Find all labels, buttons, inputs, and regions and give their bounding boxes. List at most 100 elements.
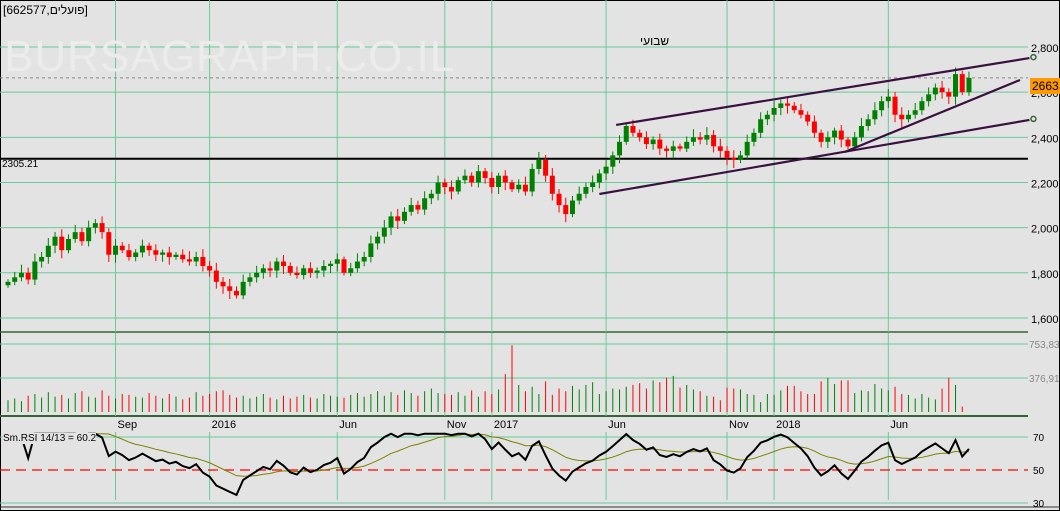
candle-body [818, 132, 824, 142]
candle-body [455, 180, 461, 192]
candle-body [65, 238, 71, 251]
candle-body [543, 159, 549, 176]
candle-body [113, 245, 119, 255]
candle-body [610, 155, 616, 167]
candle-body [139, 245, 145, 253]
candle-body [845, 139, 851, 147]
candle-body [475, 171, 481, 183]
candle-body [832, 130, 838, 138]
candle-body [785, 103, 791, 106]
candle-body [711, 135, 717, 147]
candle-body [388, 216, 394, 228]
candle-body [717, 146, 723, 151]
candle-body [86, 227, 92, 242]
candle-body [724, 150, 730, 158]
candle-body [778, 103, 784, 108]
candle-body [879, 101, 885, 111]
candle-body [153, 250, 159, 255]
x-tick-label: 2017 [494, 419, 518, 431]
candle-body [18, 272, 24, 278]
candle-body [690, 137, 696, 142]
candle-body [489, 177, 495, 187]
candle-body [549, 175, 555, 194]
candle-body [160, 252, 166, 255]
candle-body [281, 261, 287, 267]
candle-body [435, 182, 441, 194]
candle-body [569, 200, 575, 215]
candle-body [307, 268, 313, 273]
candle-body [133, 252, 139, 257]
candle-body [939, 87, 945, 93]
candle-body [899, 114, 905, 120]
candle-body [590, 182, 596, 187]
candle-body [858, 126, 864, 138]
candle-body [885, 96, 891, 102]
candle-body [529, 168, 535, 192]
candle-body [522, 184, 528, 192]
candle-body [180, 254, 186, 260]
x-tick-label: Nov [729, 419, 749, 431]
price-tick-label: 2,000 [1031, 224, 1059, 236]
candle-body [516, 184, 522, 190]
candle-body [536, 159, 542, 169]
candle-body [274, 261, 280, 271]
candle-body [381, 227, 387, 237]
rsi-label: Sm.RSI 14/13 = 60.2 [3, 433, 97, 444]
candle-body [697, 137, 703, 140]
candle-body [334, 259, 340, 264]
candle-body [496, 175, 502, 187]
candle-body [838, 130, 844, 140]
candle-body [106, 232, 112, 255]
x-tick-label: Jun [608, 419, 626, 431]
candle-body [395, 216, 401, 221]
candle-body [233, 290, 239, 296]
volume-tick-label: 753,834 [1029, 340, 1060, 351]
candle-body [32, 261, 38, 280]
candle-body [791, 105, 797, 111]
candle-body [361, 256, 367, 262]
candle-body [798, 110, 804, 115]
candle-body [865, 119, 871, 127]
support-label: 2305.21 [2, 159, 39, 170]
candle-body [126, 250, 132, 257]
candle-body [502, 175, 508, 183]
candle-body [442, 182, 448, 187]
candle-body [368, 243, 374, 257]
candle-body [946, 92, 952, 97]
candle-body [422, 198, 428, 210]
candle-body [52, 236, 58, 246]
candle-body [905, 114, 911, 120]
x-tick-label: Jun [890, 419, 908, 431]
candle-body [227, 286, 233, 291]
candle-body [637, 132, 643, 138]
candle-body [186, 259, 192, 262]
candle-body [449, 186, 455, 192]
candle-body [260, 268, 266, 273]
candle-body [758, 119, 764, 133]
candle-body [966, 77, 972, 93]
candle-body [254, 272, 260, 278]
candle-body [200, 256, 206, 267]
candle-body [959, 74, 965, 93]
candle-body [643, 137, 649, 145]
rsi-tick-label: 30 [1033, 499, 1045, 510]
candle-body [892, 96, 898, 115]
candle-body [825, 137, 831, 142]
candle-body [321, 266, 327, 271]
candle-body [731, 157, 737, 160]
candle-body [805, 114, 811, 122]
candle-body [247, 277, 253, 282]
candle-body [811, 121, 817, 133]
candle-body [25, 272, 31, 280]
symbol-label: [662577,פועלים] [3, 3, 88, 17]
candle-body [771, 107, 777, 115]
price-tick-label: 1,800 [1031, 269, 1059, 281]
candle-body [79, 232, 85, 242]
candle-body [173, 254, 179, 257]
candle-body [462, 175, 468, 181]
candle-body [737, 155, 743, 160]
candle-body [207, 266, 213, 271]
candle-body [617, 141, 623, 156]
price-tick-label: 2,800 [1031, 43, 1059, 55]
candle-body [657, 139, 663, 149]
